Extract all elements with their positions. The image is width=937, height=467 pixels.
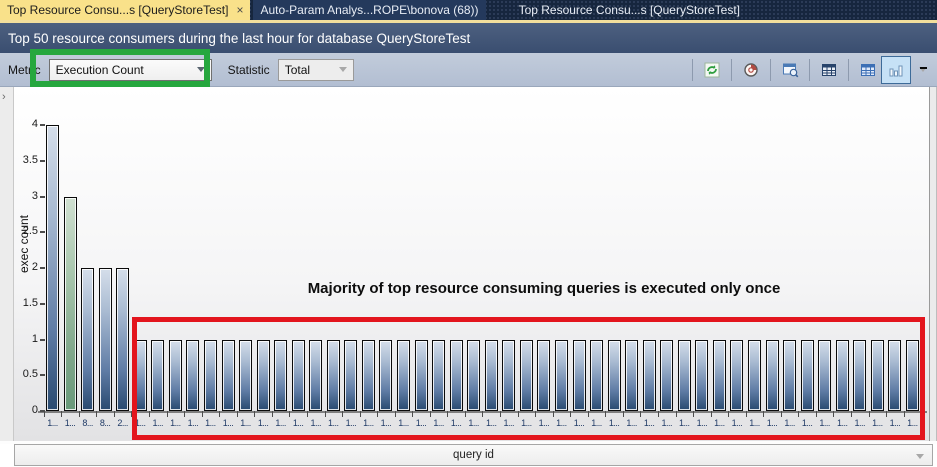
tab-top-resource-consumers-2[interactable]: Top Resource Consu...s [QueryStoreTest] (512, 0, 747, 20)
y-tick-mark (40, 196, 45, 198)
y-tick-label: 1 (14, 333, 38, 345)
y-tick-label: 1.5 (14, 297, 38, 309)
grid-view-alt-button[interactable] (855, 57, 881, 83)
toolbar-button-group (686, 53, 931, 86)
view-query-text-button[interactable] (777, 57, 803, 83)
collapsed-panel-splitter[interactable]: › (0, 87, 14, 441)
tab-label: Top Resource Consu...s [QueryStoreTest] (7, 3, 228, 17)
toolbar-separator (809, 59, 810, 81)
chevron-down-icon (339, 67, 347, 72)
bar-chart-icon (888, 62, 904, 78)
y-tick-mark (40, 339, 45, 341)
plan-summary-button[interactable] (738, 57, 764, 83)
query-store-window: Top Resource Consu...s [QueryStoreTest] … (0, 0, 937, 467)
x-tick-mark (96, 411, 97, 417)
refresh-button[interactable] (699, 57, 725, 83)
query-bar[interactable] (99, 268, 112, 411)
y-tick-label: 2 (14, 261, 38, 273)
y-axis-title: exec count (17, 194, 31, 294)
toolbar-separator (692, 59, 693, 81)
vertical-scrollbar[interactable] (929, 87, 937, 441)
query-bar[interactable] (46, 125, 59, 411)
y-tick-mark (40, 303, 45, 305)
page-title: Top 50 resource consumers during the las… (8, 31, 470, 46)
query-bar[interactable] (81, 268, 94, 411)
y-tick-mark (40, 267, 45, 269)
toolbar-separator (770, 59, 771, 81)
query-bar[interactable] (64, 197, 77, 412)
statistic-value: Total (285, 63, 310, 77)
tab-label: Auto-Param Analys...ROPE\bonova (68)) (260, 3, 478, 17)
grid-dark-icon (821, 62, 837, 78)
x-axis-dimension-value: query id (453, 449, 494, 461)
y-tick-label: 0.5 (14, 368, 38, 380)
chart-pane: › exec count Majority of top resource co… (0, 87, 937, 441)
chevron-down-icon (916, 454, 924, 459)
chart-view-button[interactable] (881, 56, 911, 84)
x-tick-mark (44, 411, 45, 417)
tab-top-resource-consumers-1[interactable]: Top Resource Consu...s [QueryStoreTest] … (0, 0, 250, 20)
toolbar-overflow-button[interactable] (919, 67, 927, 72)
overflow-line (920, 67, 927, 69)
grid-view-button[interactable] (816, 57, 842, 83)
y-tick-label: 2.5 (14, 225, 38, 237)
query-bar[interactable] (116, 268, 129, 411)
statistic-dropdown[interactable]: Total (278, 59, 354, 81)
document-tab-bar: Top Resource Consu...s [QueryStoreTest] … (0, 0, 937, 20)
circle-plan-icon (743, 62, 759, 78)
y-tick-label: 4 (14, 118, 38, 130)
x-tick-mark (79, 411, 80, 417)
tab-label: Top Resource Consu...s [QueryStoreTest] (519, 3, 740, 17)
query-text-icon (782, 62, 799, 78)
y-tick-label: 3.5 (14, 154, 38, 166)
x-tick-mark (61, 411, 62, 417)
refresh-icon (704, 62, 720, 78)
grid-light-icon (860, 62, 876, 78)
close-icon[interactable]: × (236, 4, 243, 16)
toolbar-separator (731, 59, 732, 81)
green-highlight-box (30, 49, 210, 87)
tab-auto-param-analysis[interactable]: Auto-Param Analys...ROPE\bonova (68)) (253, 0, 485, 20)
y-tick-label: 3 (14, 190, 38, 202)
y-tick-mark (40, 231, 45, 233)
y-tick-mark (40, 160, 45, 162)
plot-area: exec count Majority of top resource cons… (14, 87, 929, 441)
toolbar-separator (848, 59, 849, 81)
annotation-text: Majority of top resource consuming queri… (154, 280, 929, 297)
red-highlight-box (132, 317, 925, 440)
y-tick-mark (40, 374, 45, 376)
y-tick-label: 0 (14, 404, 38, 416)
expand-chevron-icon: › (2, 91, 6, 103)
statistic-label: Statistic (228, 63, 270, 77)
x-tick-mark (114, 411, 115, 417)
y-tick-mark (40, 124, 45, 126)
x-axis-dimension-dropdown[interactable]: query id (14, 444, 933, 466)
